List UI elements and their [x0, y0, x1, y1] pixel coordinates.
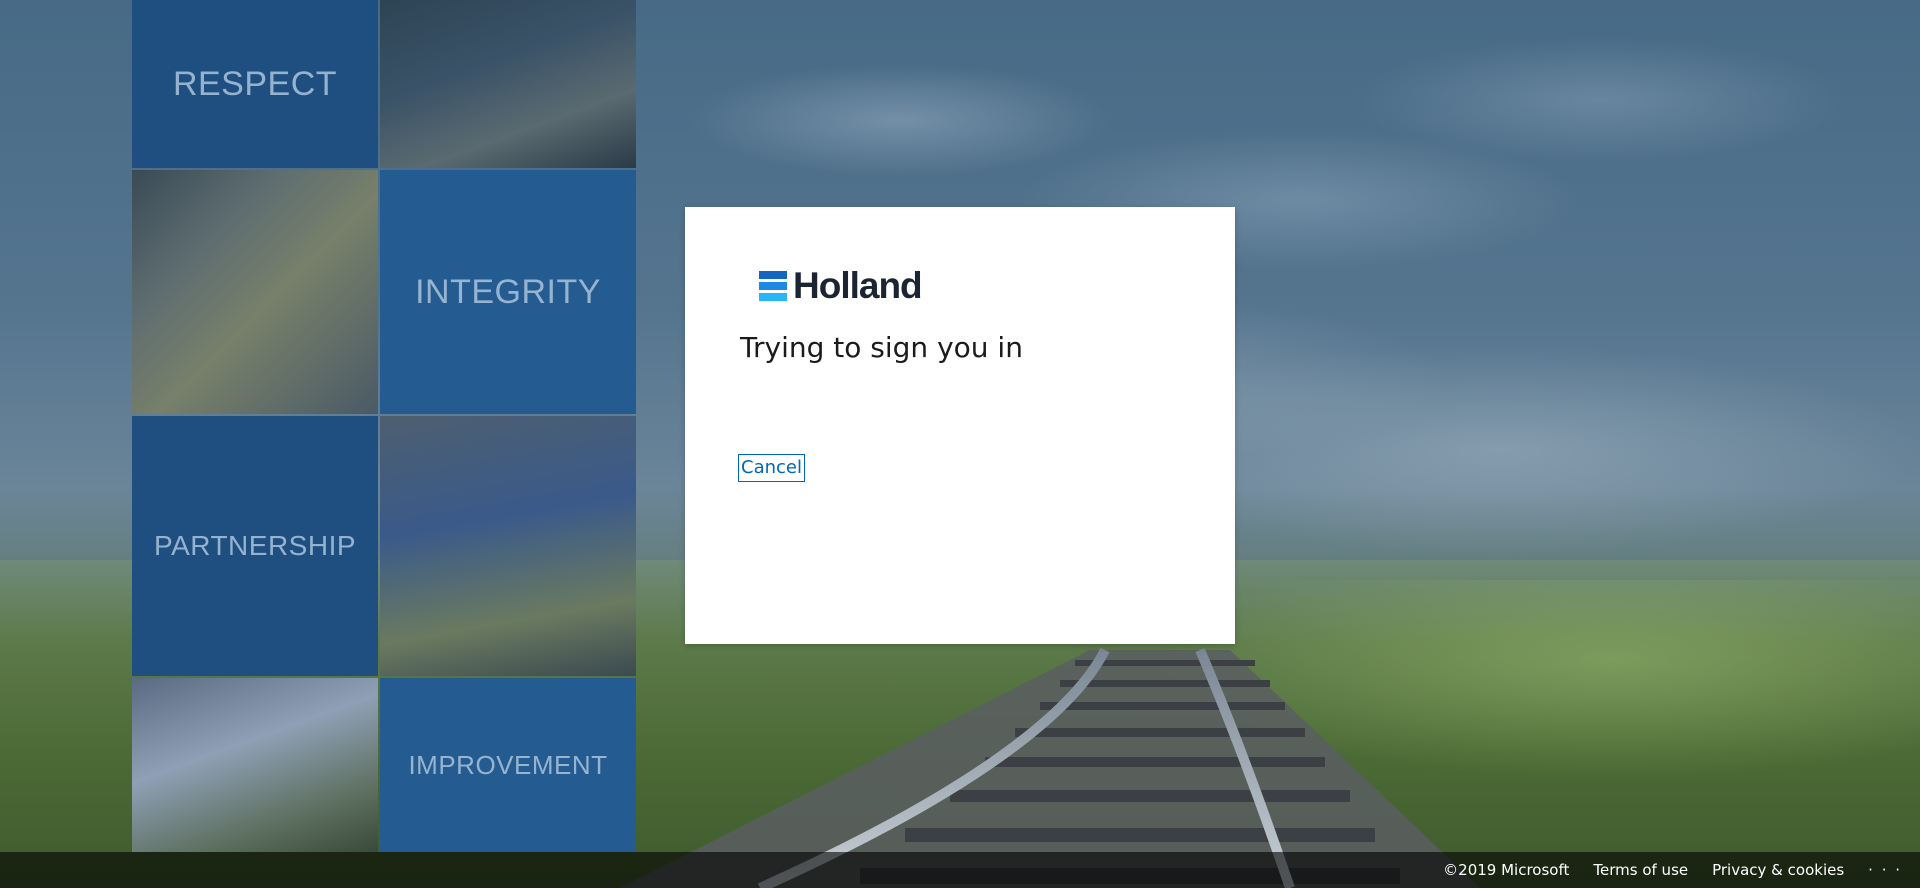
company-values-collage: RESPECT INTEGRITY PARTNERSHIP IMPROVEMEN…	[132, 0, 636, 852]
photo-tile-workers	[380, 0, 636, 168]
value-tile-label: PARTNERSHIP	[153, 530, 357, 561]
photo-tile-vehicle	[380, 416, 636, 676]
value-tile-respect: RESPECT	[132, 0, 378, 168]
value-tile-label: INTEGRITY	[415, 272, 601, 311]
value-tile-integrity: INTEGRITY	[380, 170, 636, 414]
sign-in-dialog: Holland Trying to sign you in Cancel	[685, 207, 1235, 644]
photo-tile-workshop	[132, 170, 378, 414]
copyright-text: ©2019 Microsoft	[1443, 861, 1570, 879]
terms-of-use-link[interactable]: Terms of use	[1593, 861, 1688, 879]
dialog-title: Trying to sign you in	[740, 331, 1023, 364]
value-tile-improvement: IMPROVEMENT	[380, 678, 636, 852]
value-tile-partnership: PARTNERSHIP	[132, 416, 378, 676]
holland-logo-mark-icon	[759, 270, 787, 301]
more-options-icon[interactable]: · · ·	[1868, 861, 1902, 879]
holland-logo: Holland	[759, 265, 923, 306]
value-tile-label: IMPROVEMENT	[408, 749, 608, 780]
holland-logo-text: Holland	[793, 265, 923, 306]
page-footer: ©2019 Microsoft Terms of use Privacy & c…	[0, 852, 1920, 888]
sign-in-page: RESPECT INTEGRITY PARTNERSHIP IMPROVEMEN…	[0, 0, 1920, 888]
cancel-link[interactable]: Cancel	[738, 454, 805, 482]
value-tile-label: RESPECT	[172, 64, 338, 103]
photo-tile-truck	[132, 678, 378, 852]
privacy-cookies-link[interactable]: Privacy & cookies	[1712, 861, 1844, 879]
